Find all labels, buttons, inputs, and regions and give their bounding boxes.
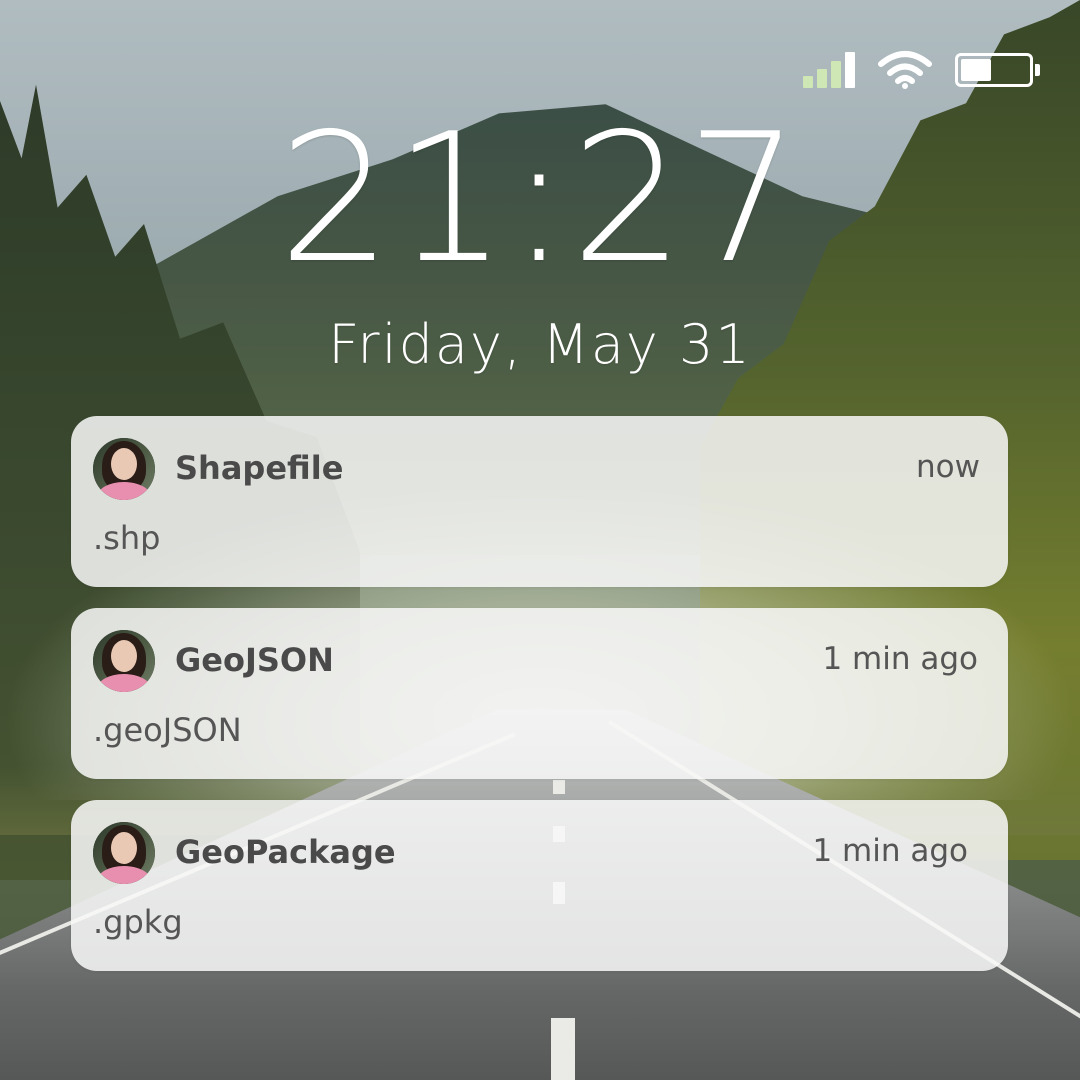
battery-cap	[1035, 64, 1040, 76]
lock-screen-clock: 21:27	[278, 95, 802, 302]
notification-card[interactable]: GeoPackage 1 min ago .gpkg	[71, 800, 1008, 971]
notification-body: .geoJSON	[93, 711, 242, 749]
notification-time: 1 min ago	[822, 641, 978, 677]
notification-card[interactable]: Shapefile now .shp	[71, 416, 1008, 587]
cellular-signal-icon	[803, 52, 855, 88]
signal-bar	[817, 69, 827, 88]
notification-time: now	[916, 449, 980, 485]
notification-app-name: GeoJSON	[175, 641, 334, 679]
avatar	[93, 438, 155, 500]
notification-app-name: GeoPackage	[175, 833, 396, 871]
status-bar	[803, 50, 1040, 90]
notification-card[interactable]: GeoJSON 1 min ago .geoJSON	[71, 608, 1008, 779]
notification-body: .gpkg	[93, 903, 183, 941]
battery-icon	[955, 53, 1040, 87]
signal-bar	[803, 76, 813, 88]
wifi-icon	[877, 50, 933, 90]
notification-body: .shp	[93, 519, 161, 557]
notification-time: 1 min ago	[812, 833, 968, 869]
notification-app-name: Shapefile	[175, 449, 344, 487]
signal-bar	[845, 52, 855, 88]
avatar	[93, 630, 155, 692]
lock-screen-date: Friday, May 31	[328, 313, 752, 376]
signal-bar	[831, 61, 841, 88]
battery-body	[955, 53, 1033, 87]
avatar	[93, 822, 155, 884]
battery-fill	[961, 59, 991, 81]
